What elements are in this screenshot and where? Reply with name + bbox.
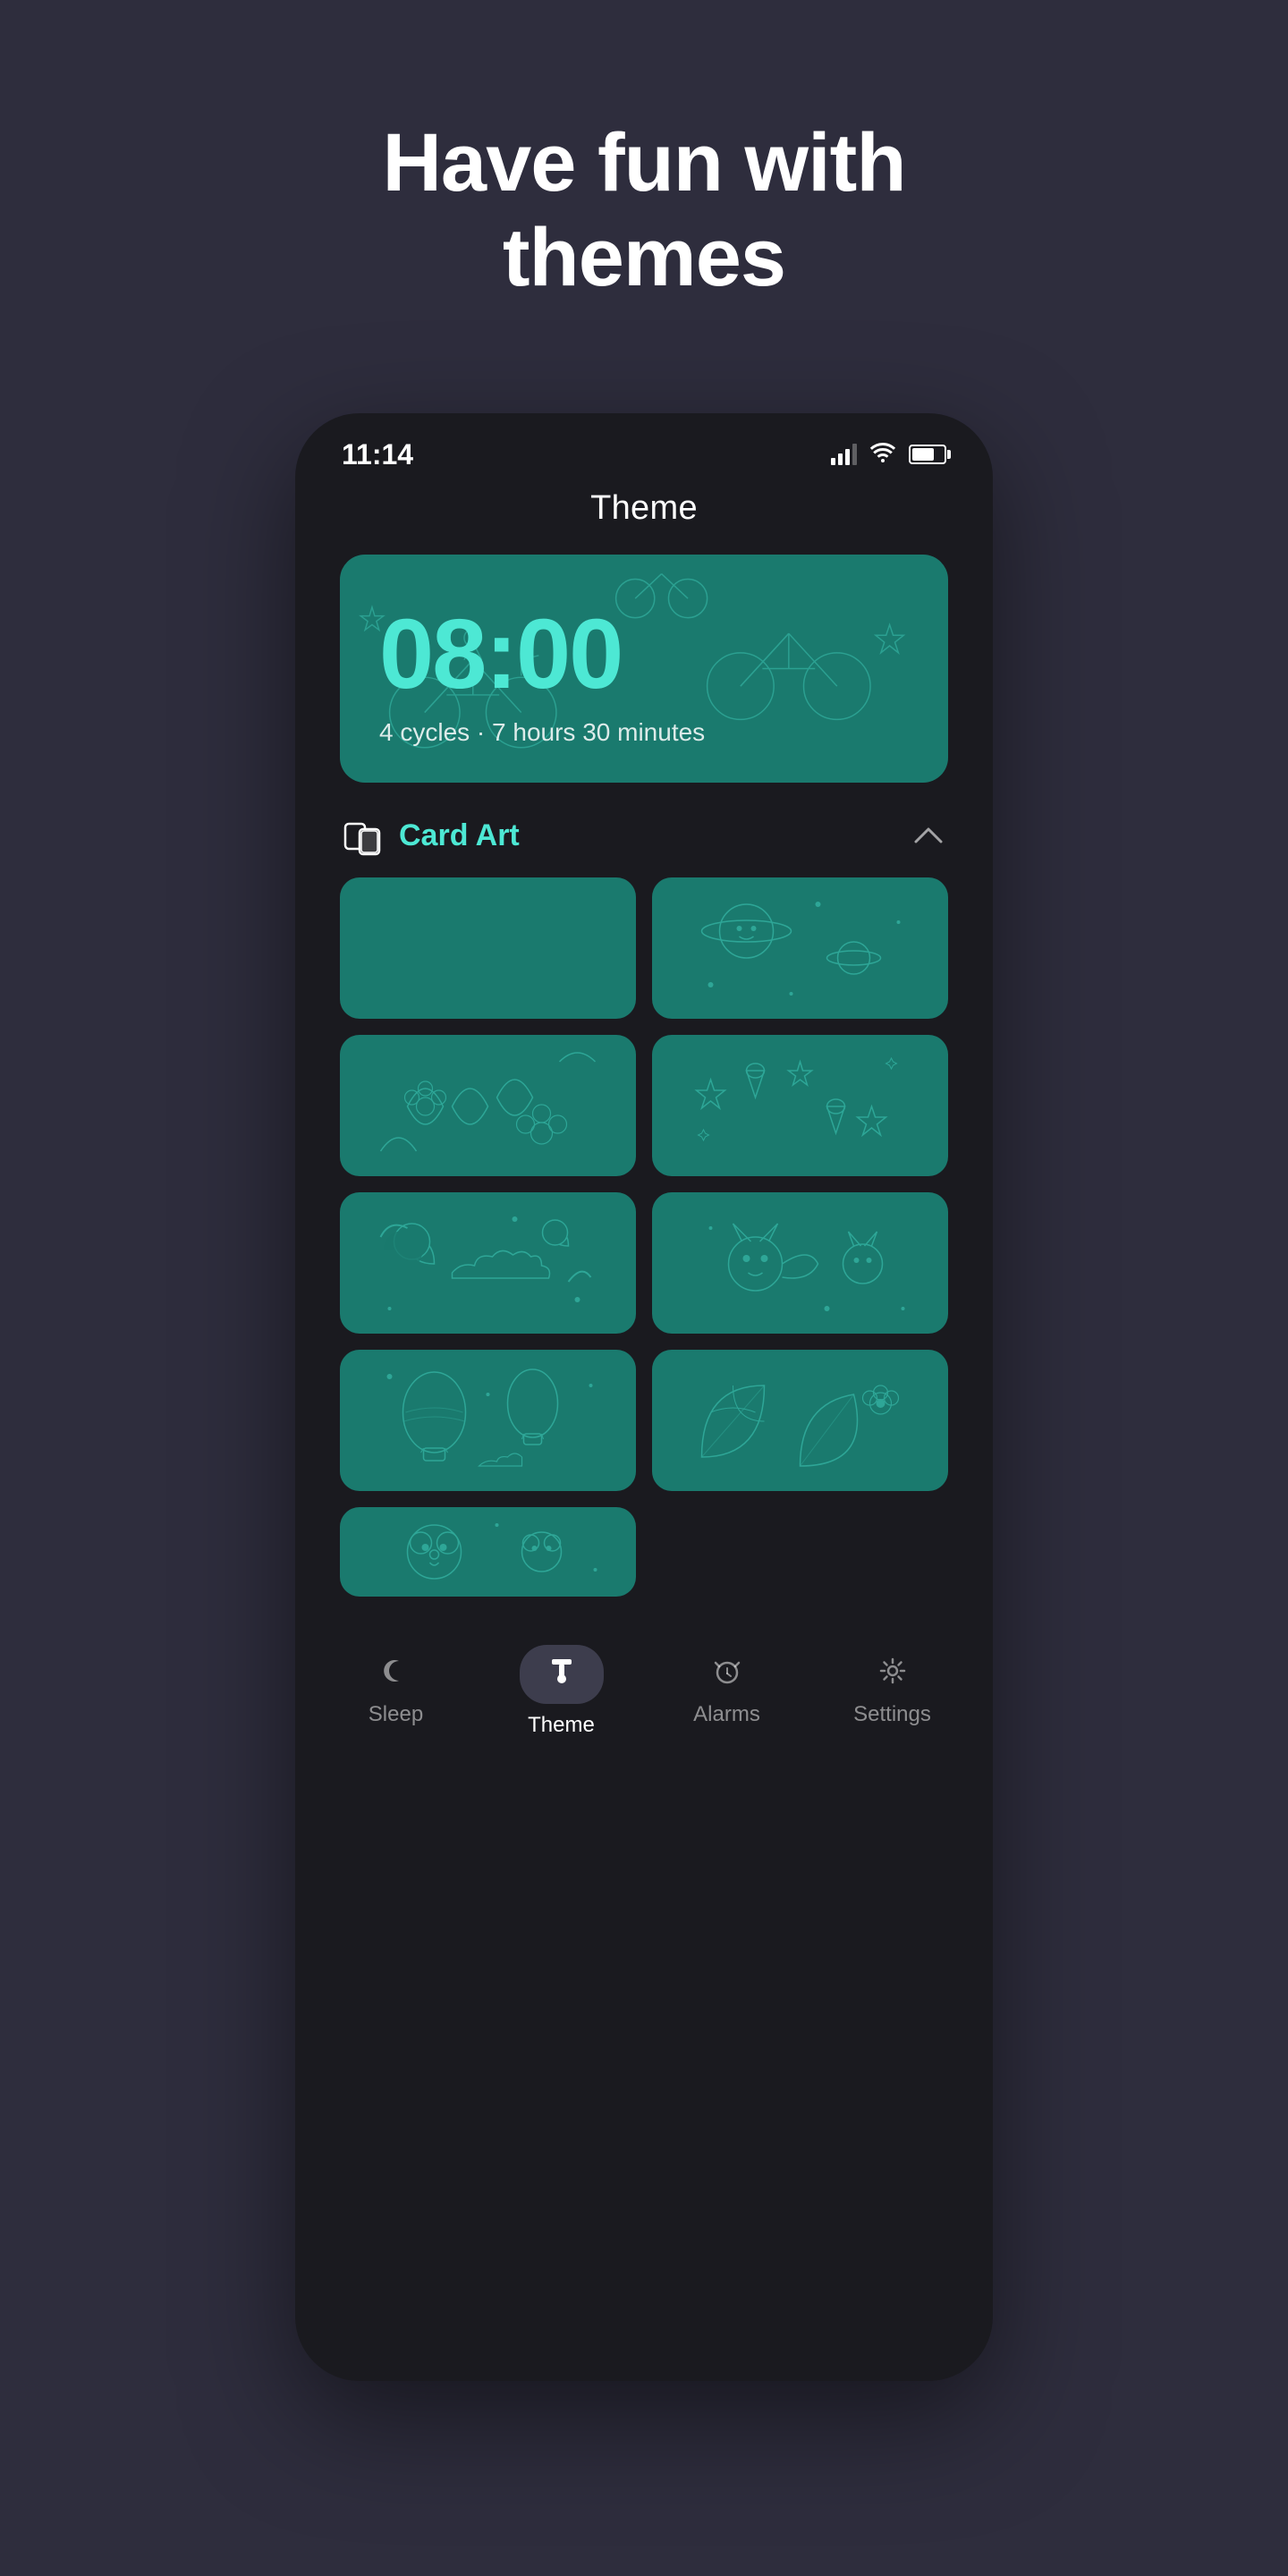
- status-icons: [831, 441, 946, 469]
- alarm-icon: [712, 1656, 742, 1693]
- art-card-7[interactable]: [340, 1350, 636, 1491]
- nav-icon-wrap-theme: [520, 1645, 604, 1704]
- battery-icon: [909, 445, 946, 464]
- phone-frame: 11:14 Theme: [295, 413, 993, 2381]
- chevron-up-icon[interactable]: [912, 819, 945, 852]
- page-headline: Have fun with themes: [382, 116, 905, 306]
- moon-icon: [381, 1656, 411, 1693]
- art-card-1[interactable]: [340, 877, 636, 1019]
- nav-item-theme[interactable]: Theme: [479, 1645, 644, 1738]
- time-subtitle: 4 cycles · 7 hours 30 minutes: [379, 718, 909, 747]
- wifi-icon: [869, 441, 896, 469]
- art-card-5[interactable]: [340, 1192, 636, 1334]
- status-bar: 11:14: [295, 413, 993, 480]
- time-display: 08:00: [379, 597, 909, 711]
- nav-label-sleep: Sleep: [369, 1702, 423, 1727]
- nav-item-sleep[interactable]: Sleep: [313, 1656, 479, 1727]
- art-card-4[interactable]: [652, 1035, 948, 1176]
- art-card-2[interactable]: [652, 877, 948, 1019]
- screen-content: Theme: [295, 480, 993, 1597]
- nav-label-settings: Settings: [853, 1702, 931, 1727]
- status-time: 11:14: [342, 438, 413, 471]
- signal-icon: [831, 444, 857, 465]
- art-card-8[interactable]: [652, 1350, 948, 1491]
- art-grid: [340, 877, 948, 1597]
- nav-label-alarms: Alarms: [693, 1702, 760, 1727]
- nav-label-theme: Theme: [528, 1713, 595, 1738]
- gear-icon: [877, 1656, 908, 1693]
- time-card: 08:00 4 cycles · 7 hours 30 minutes: [340, 555, 948, 783]
- section-header-left: Card Art: [343, 817, 520, 856]
- nav-item-alarms[interactable]: Alarms: [644, 1656, 809, 1727]
- bottom-nav: Sleep Theme: [295, 1623, 993, 1783]
- card-art-section-header: Card Art: [340, 817, 948, 856]
- card-art-label: Card Art: [399, 818, 520, 853]
- art-card-9[interactable]: [340, 1507, 636, 1597]
- nav-item-settings[interactable]: Settings: [809, 1656, 975, 1727]
- art-card-3[interactable]: [340, 1035, 636, 1176]
- art-card-6[interactable]: [652, 1192, 948, 1334]
- brush-icon: [547, 1656, 577, 1693]
- card-art-icon: [343, 817, 383, 856]
- screen-title: Theme: [340, 489, 948, 528]
